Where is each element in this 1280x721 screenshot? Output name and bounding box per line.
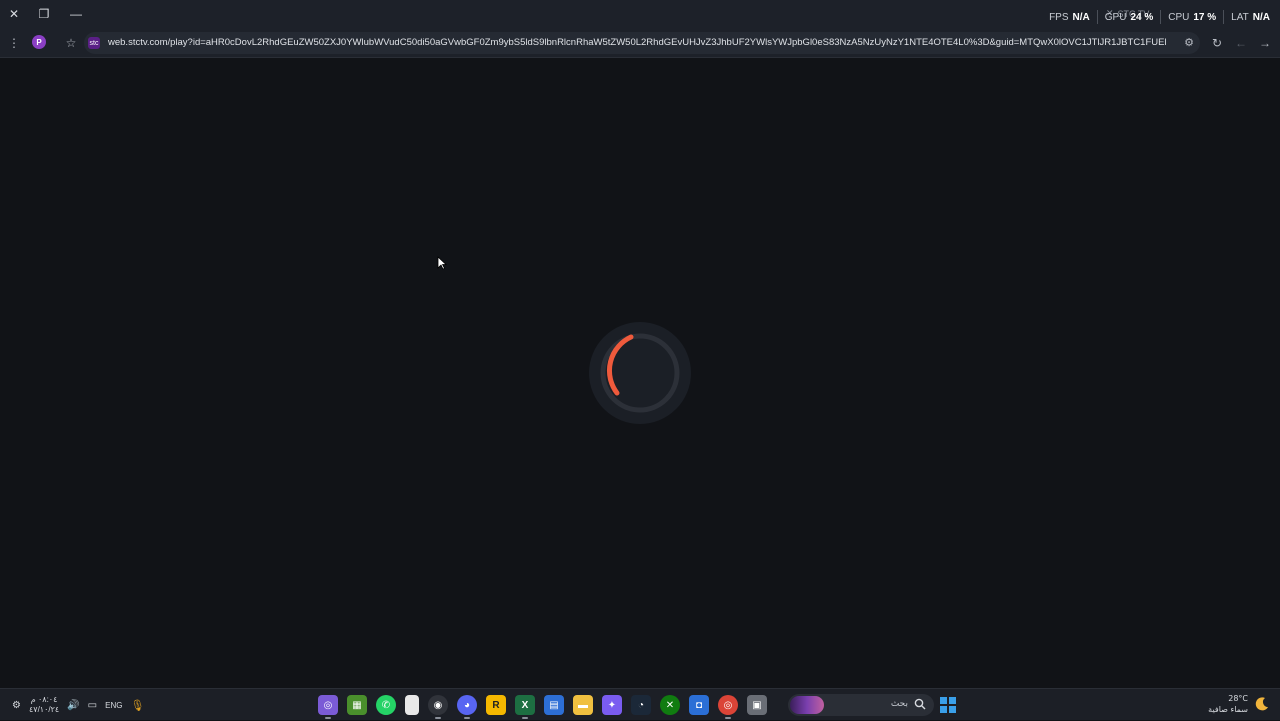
file-explorer-icon[interactable]: ▬ [573, 695, 593, 715]
spinner-icon [600, 333, 680, 413]
latency-stat: LAT N/A [1231, 11, 1270, 23]
notepad-icon[interactable] [405, 695, 419, 715]
performance-overlay: FPS N/A GPU 24 % CPU 17 % LAT N/A [1042, 10, 1270, 24]
network-icon[interactable]: ▭ [88, 700, 97, 711]
system-tray: ⚙ ٠٨:٠٤ م ٤٧/١٠/٢٤ 🔊 ▭ ENG 🎙 [12, 689, 144, 721]
chrome-icon[interactable]: ◎ [718, 695, 738, 719]
steam-icon[interactable]: ◔ [631, 695, 651, 715]
search-highlight-image [790, 696, 824, 714]
search-bar[interactable]: بحث [788, 694, 934, 716]
clock[interactable]: ٠٨:٠٤ م ٤٧/١٠/٢٤ [29, 695, 59, 715]
discord-icon[interactable]: ◕ [457, 695, 477, 719]
copilot-icon[interactable]: ✦ [602, 695, 622, 715]
mouse-cursor-icon [437, 256, 447, 270]
moon-icon [1255, 697, 1268, 711]
microphone-icon[interactable]: 🎙 [130, 699, 144, 712]
taskbar-apps: ◎ ▦ ✆ ◉ ◕ R X ▤ ▬ ✦ ◔ ✕ ◘ ◎ ▣ [318, 693, 767, 719]
weather-description: سماء صافية [1208, 705, 1248, 714]
settings-gear-icon[interactable]: ⚙ [12, 700, 21, 711]
blue-app-icon[interactable]: ◘ [689, 695, 709, 715]
loading-spinner [589, 322, 691, 424]
windows-start-icon[interactable] [940, 697, 956, 713]
address-bar: ⋮ P ☆ stc web.stctv.com/play?id=aHR0cDov… [0, 28, 1280, 58]
site-favicon-icon: stc [88, 37, 100, 49]
obs-icon[interactable]: ◉ [428, 695, 448, 719]
forward-icon[interactable]: → [1256, 34, 1274, 52]
reload-icon[interactable]: ↻ [1208, 34, 1226, 52]
player-area[interactable] [0, 59, 1280, 688]
title-bar: ✕ ❐ — ✕ STC TV FPS N/A GPU 24 % CPU 17 %… [0, 0, 1280, 28]
search-icon [914, 698, 926, 710]
star-icon[interactable]: ☆ [62, 34, 80, 52]
volume-icon[interactable]: 🔊 [67, 700, 79, 711]
weather-widget[interactable]: 28°C سماء صافية [1208, 693, 1270, 715]
minecraft-icon[interactable]: ▦ [347, 695, 367, 715]
menu-icon[interactable]: ⋮ [5, 34, 23, 52]
weather-temperature: 28°C [1228, 694, 1248, 703]
xbox-icon[interactable]: ✕ [660, 695, 680, 715]
site-settings-icon[interactable]: ⚙ [1184, 36, 1194, 49]
microsoft-store-icon[interactable]: ▤ [544, 695, 564, 715]
chrome-canary-icon[interactable]: ◎ [318, 695, 338, 719]
cpu-stat: CPU 17 % [1161, 10, 1225, 24]
close-icon[interactable]: ✕ [4, 4, 24, 24]
fps-stat: FPS N/A [1042, 10, 1098, 24]
back-icon[interactable]: ← [1232, 34, 1250, 52]
gpu-stat: GPU 24 % [1098, 10, 1162, 24]
excel-icon[interactable]: X [515, 695, 535, 719]
rockstar-icon[interactable]: R [486, 695, 506, 715]
search-label: بحث [890, 699, 908, 709]
url-field[interactable]: stc web.stctv.com/play?id=aHR0cDovL2RhdG… [84, 32, 1200, 54]
language-indicator[interactable]: ENG [105, 701, 122, 710]
url-text[interactable]: web.stctv.com/play?id=aHR0cDovL2RhdGEuZW… [108, 37, 1168, 48]
taskbar: ⚙ ٠٨:٠٤ م ٤٧/١٠/٢٤ 🔊 ▭ ENG 🎙 ◎ ▦ ✆ ◉ ◕ R… [0, 688, 1280, 720]
whatsapp-icon[interactable]: ✆ [376, 695, 396, 715]
restore-icon[interactable]: ❐ [34, 4, 54, 24]
desktop-app-icon[interactable]: ▣ [747, 695, 767, 715]
profile-avatar[interactable]: P [32, 35, 46, 49]
minimize-icon[interactable]: — [66, 4, 86, 24]
